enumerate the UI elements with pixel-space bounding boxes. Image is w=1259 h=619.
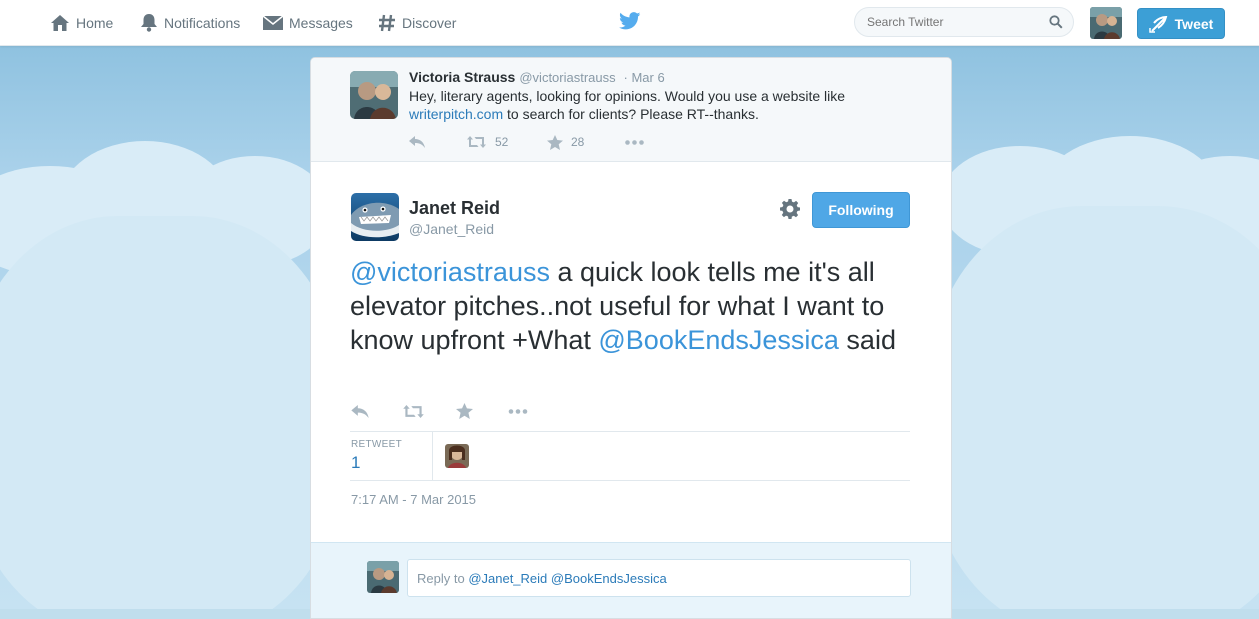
star-icon: [547, 134, 563, 150]
parent-tweet-link[interactable]: writerpitch.com: [409, 106, 503, 122]
retweet-icon: [467, 136, 486, 148]
reply-mentions: @Janet_Reid @BookEndsJessica: [468, 571, 667, 586]
main-tweet-handle[interactable]: @Janet_Reid: [409, 221, 494, 237]
retweet-button[interactable]: [403, 404, 456, 418]
parent-tweet-text-before: Hey, literary agents, looking for opinio…: [409, 88, 846, 104]
nav-messages[interactable]: Messages: [263, 0, 353, 45]
reply-user-avatar: [367, 561, 399, 593]
compose-tweet-label: Tweet: [1174, 15, 1214, 32]
retweet-stat-count[interactable]: 1: [351, 453, 360, 473]
main-tweet-text: @victoriastrauss a quick look tells me i…: [350, 255, 910, 357]
retweet-icon: [403, 404, 424, 418]
compose-tweet-button[interactable]: Tweet: [1137, 8, 1225, 39]
parent-favorite-button[interactable]: 28: [547, 134, 625, 150]
retweeter-avatar[interactable]: [445, 444, 469, 468]
parent-favorite-count[interactable]: 28: [571, 135, 584, 149]
user-avatar[interactable]: [1090, 7, 1122, 39]
reply-input[interactable]: Reply to @Janet_Reid @BookEndsJessica: [407, 559, 911, 597]
search-input[interactable]: [867, 15, 1037, 29]
cloud: [0, 216, 340, 609]
home-icon: [51, 14, 69, 31]
reply-button[interactable]: [351, 404, 403, 418]
reply-icon: [409, 136, 425, 148]
reply-icon: [351, 404, 369, 418]
parent-more-button[interactable]: [625, 139, 644, 145]
parent-retweet-button[interactable]: 52: [467, 135, 547, 149]
main-tweet-actions: [351, 403, 528, 419]
favorite-button[interactable]: [456, 403, 508, 419]
tweet-timestamp[interactable]: 7:17 AM - 7 Mar 2015: [351, 492, 476, 507]
reply-area: Reply to @Janet_Reid @BookEndsJessica: [311, 542, 951, 618]
more-dots-icon: [625, 139, 644, 145]
parent-tweet-date[interactable]: · Mar 6: [624, 70, 665, 85]
star-icon: [456, 403, 473, 419]
main-tweet-avatar[interactable]: [351, 193, 399, 241]
twitter-bird-logo-icon[interactable]: [619, 12, 641, 30]
nav-discover[interactable]: Discover: [378, 0, 456, 45]
parent-retweet-count[interactable]: 52: [495, 135, 508, 149]
nav-messages-label: Messages: [289, 14, 353, 31]
parent-tweet[interactable]: Victoria Strauss @victoriastrauss · Mar 6…: [311, 58, 951, 162]
nav-notifications[interactable]: Notifications: [140, 0, 240, 45]
retweet-stat-label: RETWEET: [351, 439, 402, 450]
parent-tweet-text-after: to search for clients? Please RT--thanks…: [503, 106, 759, 122]
top-navigation-bar: Home Notifications Messages Discover Twe…: [0, 0, 1259, 46]
more-dots-icon: [508, 408, 528, 414]
tweet-permalink-card: Victoria Strauss @victoriastrauss · Mar 6…: [310, 57, 952, 619]
following-button[interactable]: Following: [812, 192, 910, 228]
parent-tweet-handle[interactable]: @victoriastrauss: [519, 70, 615, 85]
bell-icon: [141, 13, 157, 32]
parent-tweet-author-name[interactable]: Victoria Strauss: [409, 69, 515, 85]
gear-icon[interactable]: [780, 199, 800, 219]
parent-tweet-actions: 52 28: [409, 134, 644, 150]
parent-tweet-text: Hey, literary agents, looking for opinio…: [409, 87, 879, 123]
hashtag-icon: [379, 14, 395, 31]
search-box[interactable]: [854, 7, 1074, 37]
mention-victoriastrauss[interactable]: @victoriastrauss: [350, 257, 550, 287]
parent-tweet-avatar[interactable]: [350, 71, 398, 119]
nav-home[interactable]: Home: [50, 0, 113, 45]
more-button[interactable]: [508, 408, 528, 414]
quill-icon: [1148, 15, 1167, 33]
main-tweet-text-end: said: [838, 325, 896, 355]
nav-home-label: Home: [76, 14, 114, 31]
search-icon[interactable]: [1049, 15, 1063, 29]
tweet-stats: RETWEET 1: [350, 431, 910, 481]
nav-discover-label: Discover: [402, 14, 457, 31]
parent-reply-button[interactable]: [409, 136, 467, 148]
main-tweet-author-name[interactable]: Janet Reid: [409, 198, 500, 219]
stats-divider: [432, 432, 433, 480]
reply-placeholder: Reply to @Janet_Reid @BookEndsJessica: [417, 571, 667, 586]
cloud: [930, 206, 1259, 609]
envelope-icon: [263, 14, 283, 30]
reply-prefix: Reply to: [417, 571, 469, 586]
parent-tweet-author[interactable]: Victoria Strauss @victoriastrauss · Mar 6: [409, 69, 665, 85]
mention-bookendsjessica[interactable]: @BookEndsJessica: [598, 325, 839, 355]
nav-notifications-label: Notifications: [164, 14, 241, 31]
